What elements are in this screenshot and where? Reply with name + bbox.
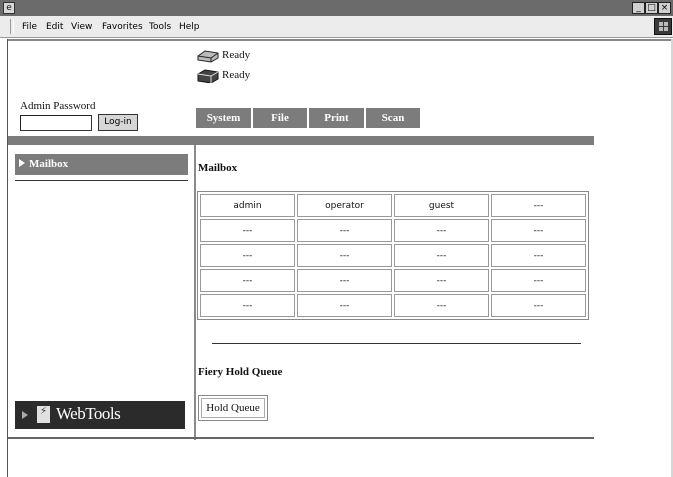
browser-app-icon: e [3, 2, 15, 14]
mailbox-cell: --- [491, 219, 586, 242]
printer-status-text: Ready [222, 49, 251, 61]
webtools-label: WebTools [56, 404, 121, 423]
menu-file[interactable]: File [22, 22, 37, 32]
mailbox-cell: --- [394, 269, 489, 292]
page-top-border [8, 39, 673, 41]
minimize-button[interactable]: _ [632, 2, 645, 14]
title-bar [0, 0, 673, 16]
mailbox-cell: --- [297, 294, 392, 317]
printer-icon [197, 50, 219, 63]
main-nav: System File Print Scan [196, 108, 422, 128]
menu-favorites[interactable]: Favorites [102, 22, 143, 32]
sidebar-item-underline [15, 180, 188, 181]
menu-bar: File Edit View Favorites Tools Help [0, 16, 673, 38]
tab-system[interactable]: System [196, 108, 251, 128]
login-button[interactable]: Log-in [98, 114, 138, 131]
footer-divider [8, 437, 594, 439]
tab-print[interactable]: Print [309, 108, 364, 128]
table-row: --- --- --- --- [200, 219, 586, 242]
mailbox-cell: --- [491, 244, 586, 267]
tab-scan[interactable]: Scan [366, 108, 420, 128]
admin-password-label: Admin Password [20, 100, 96, 112]
header-divider [8, 136, 594, 145]
table-row: --- --- --- --- [200, 269, 586, 292]
page-left-border [7, 39, 8, 477]
mailbox-cell: --- [491, 294, 586, 317]
maximize-button[interactable]: □ [645, 2, 658, 14]
mailbox-cell: --- [200, 269, 295, 292]
mailbox-cell: --- [491, 269, 586, 292]
mailbox-cell: --- [297, 219, 392, 242]
mailbox-cell: --- [200, 219, 295, 242]
table-row: --- --- --- --- [200, 294, 586, 317]
triangle-right-icon [22, 411, 28, 419]
sidebar-item-mailbox[interactable]: Mailbox [15, 154, 188, 175]
mailbox-cell: --- [394, 244, 489, 267]
menu-help[interactable]: Help [179, 22, 200, 32]
scanner-icon [197, 69, 219, 83]
triangle-right-icon [19, 159, 25, 167]
mailbox-cell: --- [297, 244, 392, 267]
mailbox-cell: --- [200, 244, 295, 267]
section-divider [212, 343, 581, 344]
admin-password-input[interactable] [20, 115, 92, 131]
mailbox-heading: Mailbox [198, 162, 238, 174]
mailbox-cell: --- [297, 269, 392, 292]
menu-edit[interactable]: Edit [46, 22, 63, 32]
scanner-status-text: Ready [222, 69, 251, 81]
close-button[interactable]: × [658, 2, 671, 14]
mailbox-cell[interactable]: --- [491, 194, 586, 217]
webtools-link[interactable]: ⚡ WebTools [15, 401, 185, 429]
sidebar-item-label: Mailbox [29, 158, 69, 170]
mailbox-cell: --- [394, 219, 489, 242]
menu-bar-grip [10, 19, 14, 34]
sidebar-divider [194, 145, 196, 440]
menu-tools[interactable]: Tools [149, 22, 171, 32]
windows-logo-icon [654, 18, 672, 35]
table-row: admin operator guest --- [200, 194, 586, 217]
mailbox-cell[interactable]: operator [297, 194, 392, 217]
menu-view[interactable]: View [71, 22, 92, 32]
mailbox-table: admin operator guest --- --- --- --- ---… [197, 191, 589, 320]
mailbox-cell: --- [394, 294, 489, 317]
mailbox-cell[interactable]: guest [394, 194, 489, 217]
tab-file[interactable]: File [253, 108, 307, 128]
fiery-logo-icon: ⚡ [37, 406, 50, 423]
table-row: --- --- --- --- [200, 244, 586, 267]
mailbox-cell: --- [200, 294, 295, 317]
mailbox-cell[interactable]: admin [200, 194, 295, 217]
hold-queue-button[interactable]: Hold Queue [198, 395, 268, 421]
hold-queue-heading: Fiery Hold Queue [198, 366, 283, 378]
